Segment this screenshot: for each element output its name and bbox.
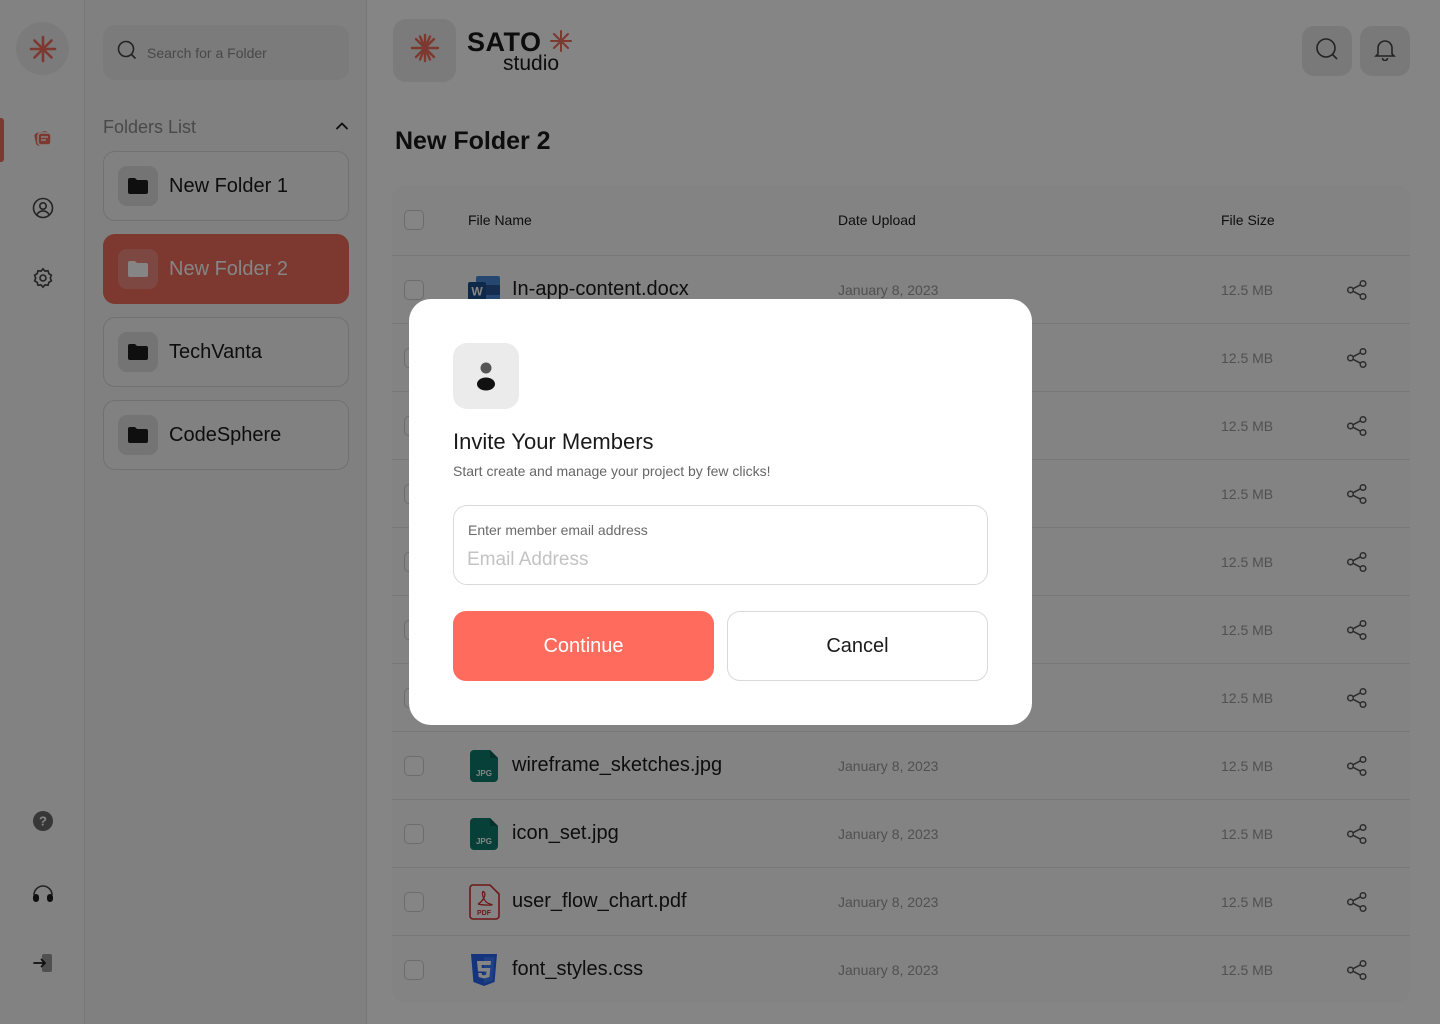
modal-title: Invite Your Members	[453, 429, 654, 454]
continue-button[interactable]: Continue	[453, 611, 714, 681]
email-input[interactable]	[467, 546, 972, 574]
email-field[interactable]: Enter member email address	[453, 505, 988, 585]
email-field-label: Enter member email address	[468, 522, 648, 538]
cancel-button[interactable]: Cancel	[727, 611, 988, 681]
user-icon	[453, 343, 519, 409]
invite-members-modal: Invite Your Members Start create and man…	[409, 299, 1032, 725]
modal-subtitle: Start create and manage your project by …	[453, 463, 771, 479]
